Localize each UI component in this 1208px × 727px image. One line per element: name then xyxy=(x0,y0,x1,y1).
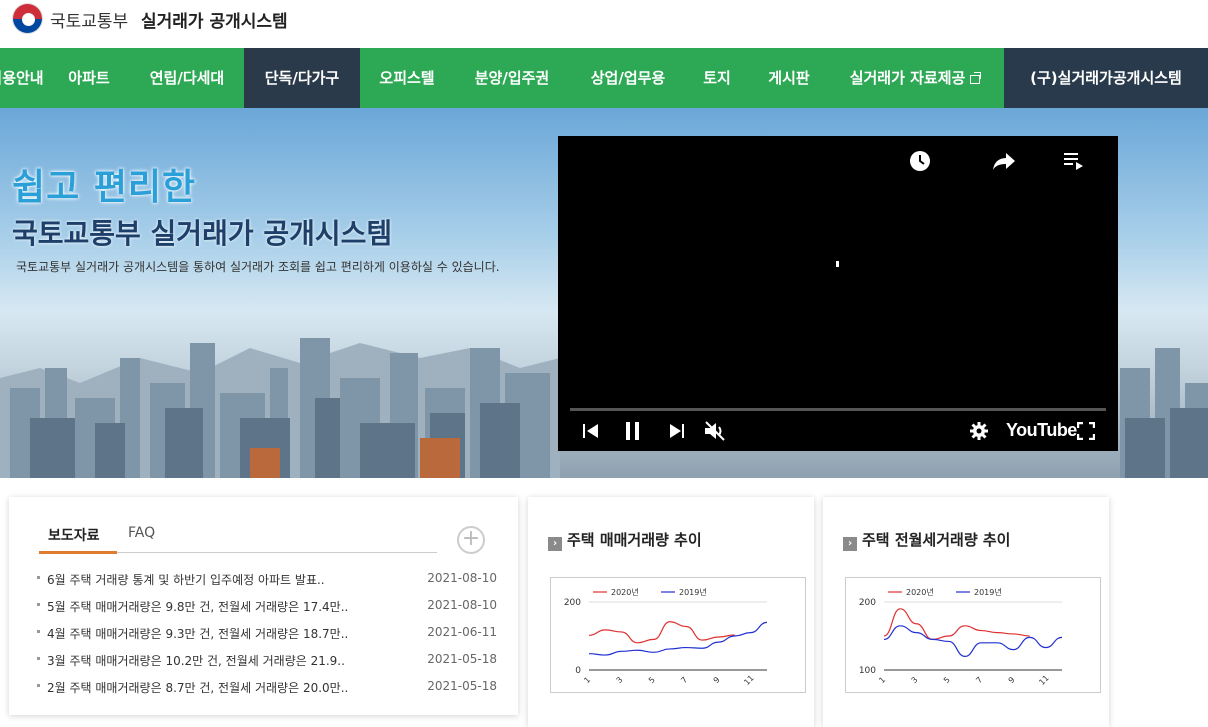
nav-item-detached[interactable]: 단독/다가구 xyxy=(244,48,360,108)
x-tick-label: 3 xyxy=(910,675,920,685)
hero-title-line2: 국토교통부 실거래가 공개시스템 xyxy=(12,217,393,250)
legend-label: 2019년 xyxy=(679,587,707,597)
x-tick-label: 9 xyxy=(1007,675,1017,685)
next-icon[interactable] xyxy=(668,423,686,439)
playlist-icon[interactable] xyxy=(1063,151,1085,171)
x-tick-label: 1 xyxy=(582,675,592,685)
nav-item-legacy-system[interactable]: (구)실거래가공개시스템 xyxy=(1004,48,1208,108)
news-title[interactable]: 5월 주택 매매거래량은 9.8만 건, 전월세 거래량은 17.4만.. xyxy=(47,598,348,615)
nav-item-rowhouse[interactable]: 연립/다세대 xyxy=(132,48,242,108)
press-release-panel: 보도자료 FAQ + 6월 주택 거래량 통계 및 하반기 입주예정 아파트 발… xyxy=(9,497,518,715)
bullet-icon xyxy=(37,684,40,687)
government-emblem-icon[interactable] xyxy=(12,3,43,34)
share-icon[interactable] xyxy=(992,150,1016,172)
more-plus-icon[interactable]: + xyxy=(457,526,485,554)
news-date: 2021-08-10 xyxy=(427,571,497,585)
nav-item-presale[interactable]: 분양/입주권 xyxy=(458,48,566,108)
youtube-logo[interactable]: YouTube xyxy=(1006,420,1077,441)
legend-label: 2019년 xyxy=(974,587,1002,597)
sale-chart: 0 200 1 3 5 7 9 11 2020년 2019년 xyxy=(550,577,806,693)
arrow-right-icon: › xyxy=(843,537,857,551)
settings-icon[interactable] xyxy=(969,421,989,441)
loading-indicator xyxy=(836,261,839,267)
y-tick-label: 0 xyxy=(575,666,581,676)
bullet-icon xyxy=(37,603,40,606)
x-tick-label: 11 xyxy=(1037,673,1051,687)
news-item[interactable]: 5월 주택 매매거래량은 9.8만 건, 전월세 거래량은 17.4만.. 20… xyxy=(37,596,497,616)
news-title[interactable]: 3월 주택 매매거래량은 10.2만 건, 전월세 거래량은 21.9.. xyxy=(47,652,345,669)
ministry-name[interactable]: 국토교통부 xyxy=(50,7,128,32)
x-tick-label: 1 xyxy=(877,675,887,685)
site-header: 국토교통부 실거래가 공개시스템 xyxy=(0,0,1208,48)
pause-icon[interactable] xyxy=(624,421,642,441)
rent-chart-svg: 100 200 1 3 5 7 9 11 2020년 2019년 xyxy=(859,587,1063,687)
nav-item-data-provision-label: 실거래가 자료제공 xyxy=(849,69,966,87)
news-date: 2021-05-18 xyxy=(427,679,497,693)
main-nav: 이용안내 아파트 연립/다세대 단독/다가구 오피스텔 분양/입주권 상업/업무… xyxy=(0,48,1208,108)
sale-chart-title-text: 주택 매매거래량 추이 xyxy=(567,531,702,549)
tab-press-release[interactable]: 보도자료 xyxy=(48,525,100,545)
legend-label: 2020년 xyxy=(906,587,934,597)
news-date: 2021-05-18 xyxy=(427,652,497,666)
news-date: 2021-08-10 xyxy=(427,598,497,612)
news-title[interactable]: 2월 주택 매매거래량은 8.7만 건, 전월세 거래량은 20.0만.. xyxy=(47,679,348,696)
nav-item-apartment[interactable]: 아파트 xyxy=(52,48,126,108)
sale-chart-title[interactable]: › 주택 매매거래량 추이 xyxy=(548,529,702,551)
hero-title-line1: 쉽고 편리한 xyxy=(12,167,197,208)
series-line xyxy=(883,608,1030,641)
youtube-video-player[interactable]: YouTube xyxy=(558,136,1118,451)
x-tick-label: 7 xyxy=(974,675,984,685)
news-item[interactable]: 3월 주택 매매거래량은 10.2만 건, 전월세 거래량은 21.9.. 20… xyxy=(37,650,497,670)
mute-icon[interactable] xyxy=(703,420,727,442)
news-item[interactable]: 4월 주택 매매거래량은 9.3만 건, 전월세 거래량은 18.7만.. 20… xyxy=(37,623,497,643)
rent-chart-title-text: 주택 전월세거래량 추이 xyxy=(862,531,1011,549)
external-link-icon xyxy=(970,72,982,84)
nav-item-board[interactable]: 게시판 xyxy=(754,48,824,108)
arrow-right-icon: › xyxy=(548,537,562,551)
rent-chart-title[interactable]: › 주택 전월세거래량 추이 xyxy=(843,529,1010,551)
x-tick-label: 5 xyxy=(647,675,657,685)
series-line xyxy=(588,621,768,656)
news-title[interactable]: 6월 주택 거래량 통계 및 하반기 입주예정 아파트 발표.. xyxy=(47,571,325,588)
x-tick-label: 11 xyxy=(742,673,756,687)
x-tick-label: 7 xyxy=(679,675,689,685)
rent-chart: 100 200 1 3 5 7 9 11 2020년 2019년 xyxy=(845,577,1101,693)
series-line xyxy=(883,625,1063,658)
sale-volume-panel: › 주택 매매거래량 추이 0 200 1 3 5 7 9 11 2020년 2019년 xyxy=(528,497,814,727)
legend-label: 2020년 xyxy=(611,587,639,597)
news-title[interactable]: 4월 주택 매매거래량은 9.3만 건, 전월세 거래량은 18.7만.. xyxy=(47,625,348,642)
system-name[interactable]: 실거래가 공개시스템 xyxy=(141,7,288,32)
nav-item-data-provision[interactable]: 실거래가 자료제공 xyxy=(834,48,996,108)
active-tab-underline xyxy=(39,551,117,554)
hero-subtitle: 국토교통부 실거래가 공개시스템을 통하여 실거래가 조회를 쉽고 편리하게 이… xyxy=(16,260,500,274)
x-tick-label: 9 xyxy=(712,675,722,685)
x-tick-label: 5 xyxy=(942,675,952,685)
x-tick-label: 3 xyxy=(615,675,625,685)
fullscreen-icon[interactable] xyxy=(1077,422,1095,440)
news-item[interactable]: 6월 주택 거래량 통계 및 하반기 입주예정 아파트 발표.. 2021-08… xyxy=(37,569,497,589)
tab-faq[interactable]: FAQ xyxy=(128,525,155,541)
watch-later-icon[interactable] xyxy=(909,150,931,172)
nav-item-land[interactable]: 토지 xyxy=(692,48,742,108)
y-tick-label: 200 xyxy=(859,598,876,608)
bullet-icon xyxy=(37,657,40,660)
sale-chart-svg: 0 200 1 3 5 7 9 11 2020년 2019년 xyxy=(564,587,768,687)
y-tick-label: 200 xyxy=(564,598,581,608)
rent-volume-panel: › 주택 전월세거래량 추이 100 200 1 3 5 7 9 11 2020년 2019년 xyxy=(823,497,1109,727)
video-progress-bar[interactable] xyxy=(570,408,1106,411)
news-item[interactable]: 2월 주택 매매거래량은 8.7만 건, 전월세 거래량은 20.0만.. 20… xyxy=(37,677,497,697)
previous-icon[interactable] xyxy=(582,423,600,439)
news-date: 2021-06-11 xyxy=(427,625,497,639)
nav-item-commercial[interactable]: 상업/업무용 xyxy=(574,48,682,108)
bullet-icon xyxy=(37,576,40,579)
bullet-icon xyxy=(37,630,40,633)
nav-item-officetel[interactable]: 오피스텔 xyxy=(364,48,450,108)
nav-item-guide[interactable]: 이용안내 xyxy=(0,48,44,108)
y-tick-label: 100 xyxy=(859,666,876,676)
series-line xyxy=(588,621,735,644)
